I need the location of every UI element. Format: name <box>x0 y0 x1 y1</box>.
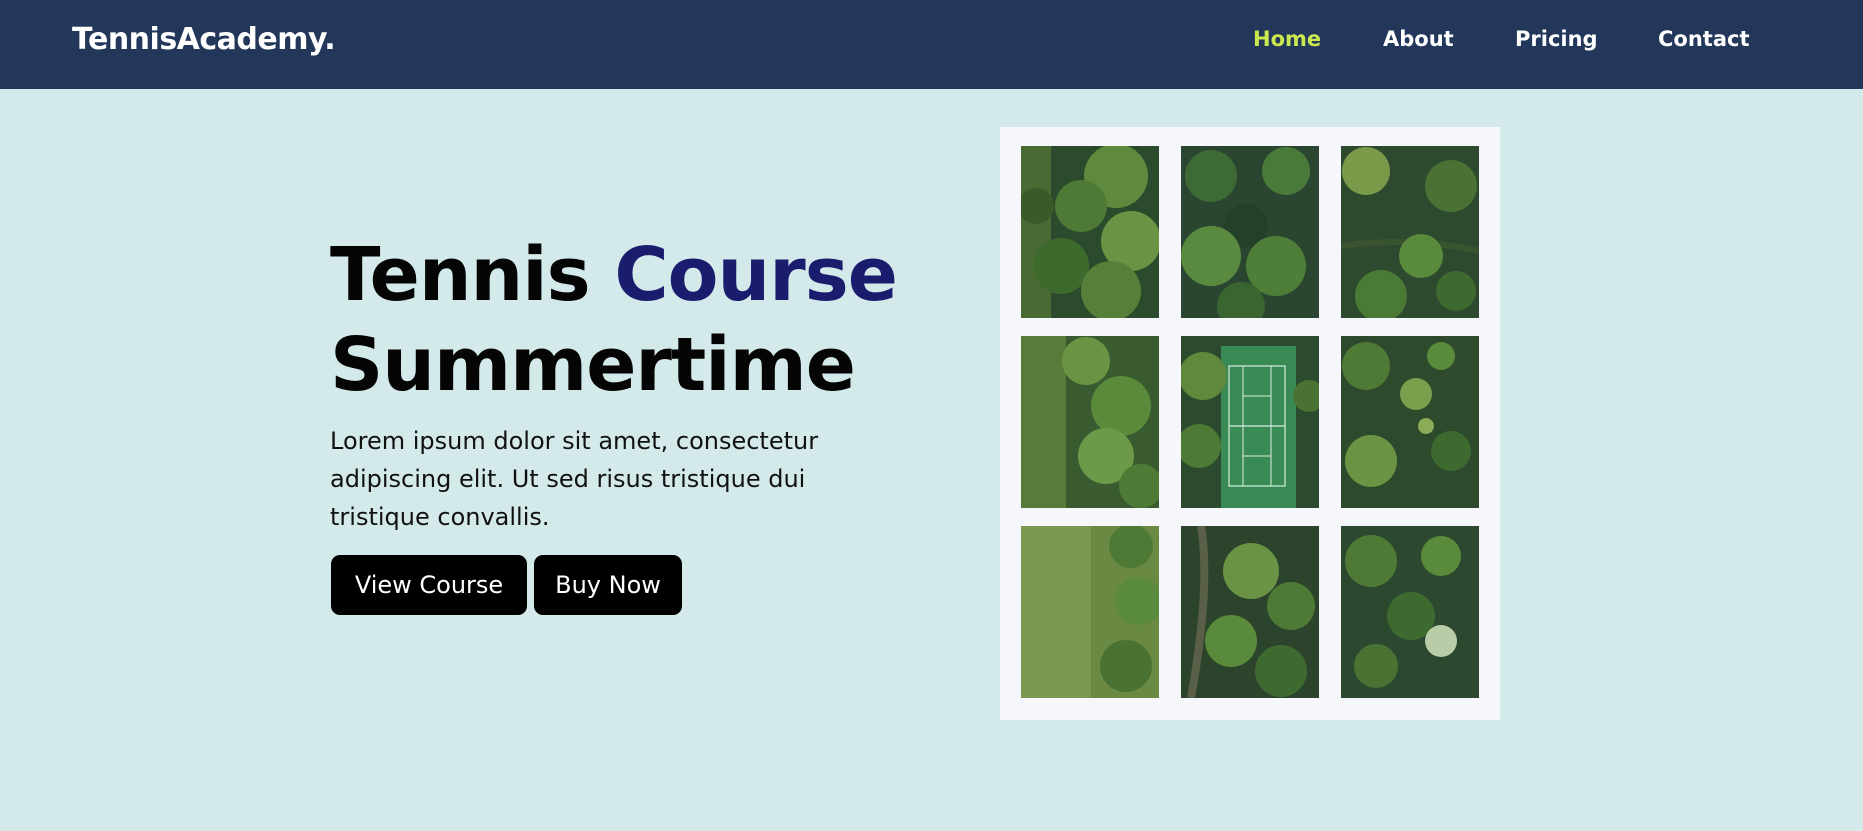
aerial-grass-field-image <box>1021 526 1159 698</box>
gallery-tile <box>1021 146 1159 318</box>
brand-logo[interactable]: TennisAcademy. <box>72 20 336 60</box>
aerial-trees-image <box>1341 146 1479 318</box>
aerial-trees-grass-image <box>1021 336 1159 508</box>
gallery-tile <box>1181 336 1319 508</box>
aerial-trees-image <box>1341 526 1479 698</box>
nav-link-home[interactable]: Home <box>1253 24 1321 54</box>
navbar: TennisAcademy. Home About Pricing Contac… <box>0 0 1863 89</box>
gallery-tile <box>1341 526 1479 698</box>
view-course-button[interactable]: View Course <box>331 555 527 615</box>
aerial-trees-image <box>1181 146 1319 318</box>
hero-description: Lorem ipsum dolor sit amet, consectetur … <box>330 427 819 531</box>
aerial-trees-path-image <box>1181 526 1319 698</box>
image-gallery <box>1000 127 1500 720</box>
gallery-tile <box>1341 336 1479 508</box>
gallery-tile <box>1341 146 1479 318</box>
nav-link-pricing[interactable]: Pricing <box>1515 24 1598 54</box>
nav-link-about[interactable]: About <box>1383 24 1454 54</box>
aerial-tennis-court-image <box>1181 336 1319 508</box>
aerial-trees-bushes-image <box>1341 336 1479 508</box>
buy-now-button[interactable]: Buy Now <box>534 555 682 615</box>
gallery-tile <box>1021 336 1159 508</box>
gallery-tile <box>1181 526 1319 698</box>
gallery-tile <box>1021 526 1159 698</box>
aerial-trees-image <box>1021 146 1159 318</box>
hero-title: Tennis Course Summertime <box>330 230 898 410</box>
nav-link-contact[interactable]: Contact <box>1658 24 1750 54</box>
hero-title-part1: Tennis <box>330 232 615 318</box>
hero-title-accent: Course <box>614 232 898 318</box>
gallery-tile <box>1181 146 1319 318</box>
hero-title-line2: Summertime <box>330 322 856 408</box>
